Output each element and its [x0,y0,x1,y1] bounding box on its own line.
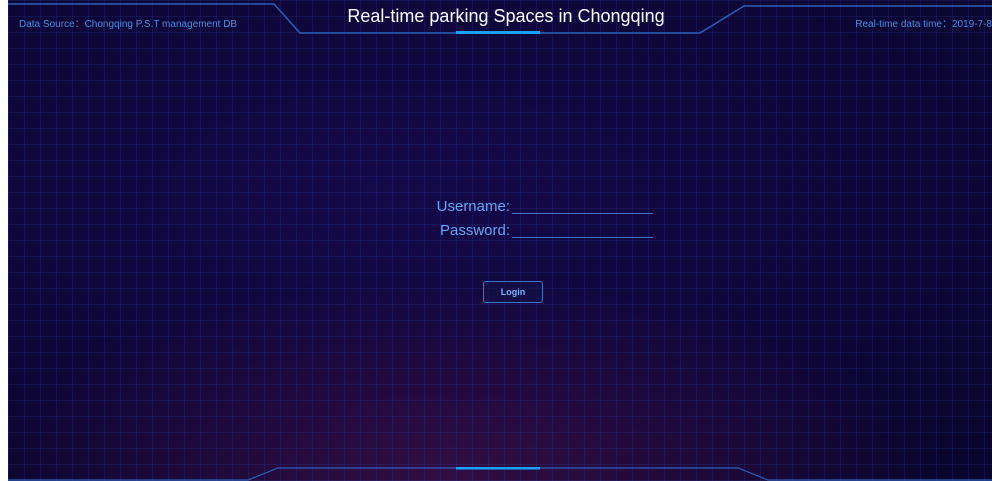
login-button[interactable]: Login [483,281,543,303]
username-label: Username: [436,198,510,215]
password-input[interactable] [512,220,653,238]
footer-frame [8,467,992,481]
dashboard-screen: Data Source：Chongqing P.S.T management D… [8,0,992,481]
data-time-label: Real-time data time：2019-7-8 [855,19,992,30]
password-label: Password: [439,222,510,239]
username-input[interactable] [512,196,653,214]
page-title: Real-time parking Spaces in Chongqing [347,6,665,26]
data-source-label: Data Source：Chongqing P.S.T management D… [19,19,238,30]
password-row: Password: [388,220,653,242]
username-row: Username: [388,196,653,218]
